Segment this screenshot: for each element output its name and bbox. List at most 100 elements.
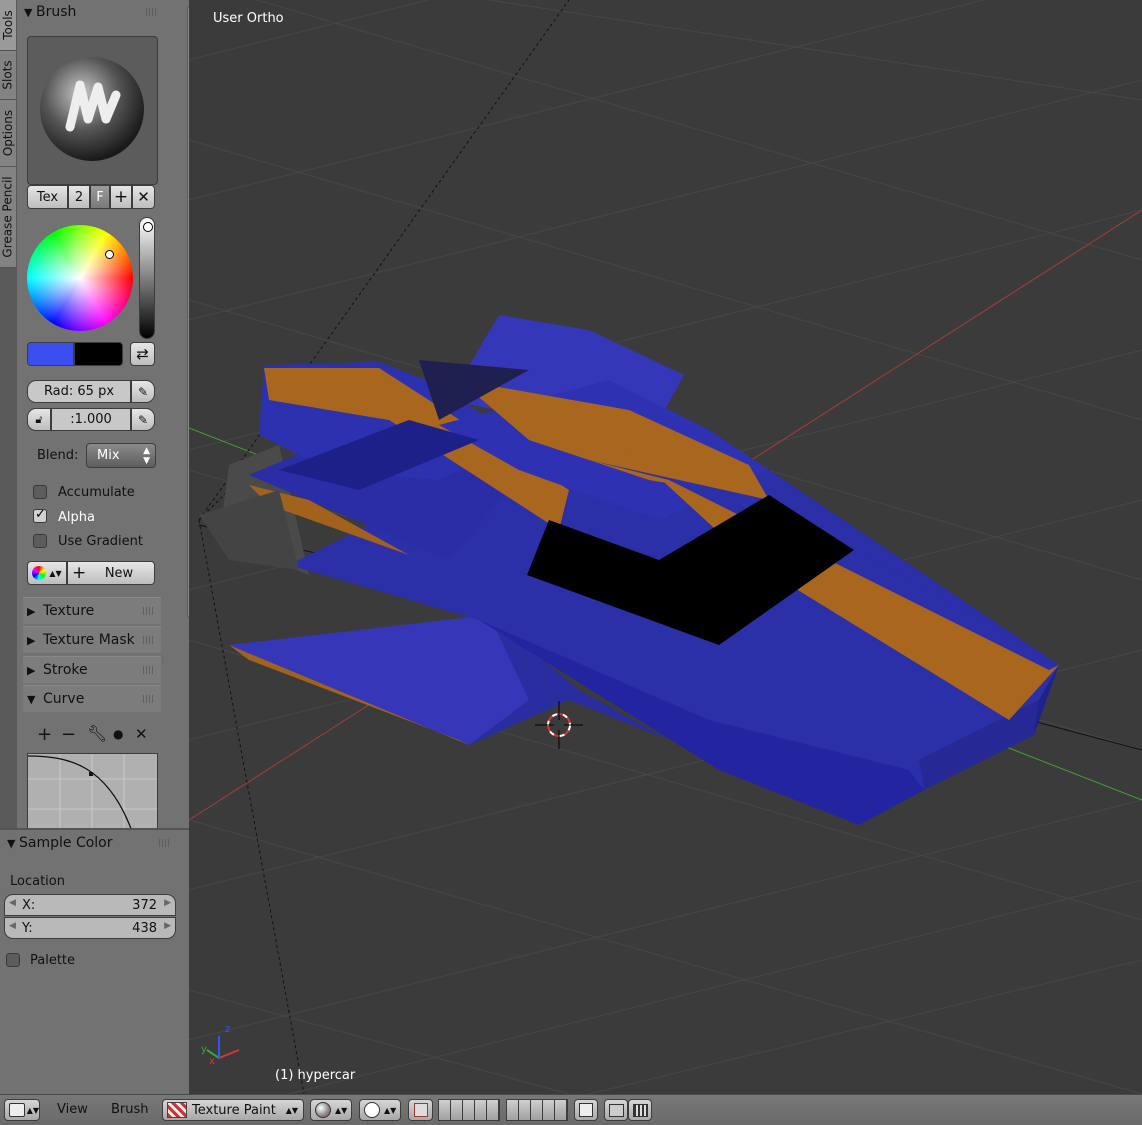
- mode-select[interactable]: Texture Paint ▲▼: [162, 1099, 304, 1121]
- curve-tools-wrench-icon[interactable]: 🔧︎: [87, 724, 107, 743]
- texture-paint-icon: [167, 1102, 187, 1118]
- strength-field[interactable]: :1.000: [51, 408, 131, 431]
- palette-icon: [32, 566, 47, 580]
- pivot-point-select[interactable]: ▲▼: [359, 1099, 401, 1121]
- camera-icon: [608, 1103, 624, 1117]
- plus-icon: +: [113, 187, 129, 207]
- 3d-viewport[interactable]: z y x User Ortho (1) hypercar: [189, 0, 1142, 1094]
- editor-type-select[interactable]: ▲▼: [4, 1099, 40, 1121]
- updown-arrow-icon: ▲▼: [143, 445, 150, 466]
- tool-shelf-scrollbar[interactable]: [187, 4, 189, 620]
- curve-zoom-in-icon[interactable]: +: [37, 724, 52, 745]
- new-palette-button[interactable]: + New: [67, 561, 155, 585]
- render-image-button[interactable]: [604, 1099, 628, 1121]
- tab-options[interactable]: Options: [0, 100, 16, 167]
- color-wheel[interactable]: [27, 225, 133, 331]
- sample-color-header[interactable]: ▼ Sample Color: [7, 830, 177, 856]
- drag-grip-icon[interactable]: [143, 695, 155, 703]
- curve-zoom-out-icon[interactable]: −: [61, 724, 76, 745]
- brush-curve-widget[interactable]: [27, 753, 158, 828]
- add-brush-button[interactable]: +: [110, 185, 132, 209]
- lock-layers-button[interactable]: [574, 1099, 598, 1121]
- location-y-field[interactable]: ◀ Y: 438 ▶: [4, 917, 176, 939]
- expand-triangle-icon: ▶: [27, 605, 36, 618]
- collapse-triangle-icon: ▼: [7, 837, 16, 850]
- pressure-pen-icon: ✎: [137, 412, 149, 427]
- palette-browse-button[interactable]: ▲▼: [27, 561, 67, 585]
- expand-triangle-icon: ▶: [27, 634, 36, 647]
- fake-user-button[interactable]: F: [90, 185, 110, 209]
- blend-mode-select[interactable]: Mix ▲ ▼: [86, 443, 156, 468]
- accumulate-checkbox[interactable]: [33, 485, 47, 499]
- drag-grip-icon[interactable]: [159, 839, 171, 847]
- brush-preview[interactable]: [27, 36, 158, 185]
- active-object-label: (1) hypercar: [275, 1068, 356, 1083]
- location-label: Location: [10, 874, 65, 889]
- decrement-arrow-icon[interactable]: ◀: [9, 921, 16, 931]
- brush-panel-header[interactable]: ▼ Brush: [24, 0, 164, 25]
- menu-view[interactable]: View: [57, 1102, 88, 1117]
- delete-brush-button[interactable]: ✕: [132, 185, 155, 209]
- curve-graph: [28, 754, 157, 828]
- curve-reset-icon[interactable]: ✕: [135, 725, 148, 743]
- drag-grip-icon[interactable]: [143, 636, 155, 644]
- camera-line-right: [1028, 719, 1142, 751]
- drag-grip-icon[interactable]: [146, 8, 158, 16]
- radius-pressure-button[interactable]: ✎: [131, 380, 155, 403]
- color-wheel-picker[interactable]: [105, 250, 114, 259]
- alpha-label: Alpha: [58, 510, 95, 525]
- render-animation-button[interactable]: [628, 1099, 652, 1121]
- use-gradient-checkbox[interactable]: [33, 534, 47, 548]
- hypercar-model[interactable]: [199, 315, 1059, 825]
- layers-grid-1[interactable]: [438, 1099, 500, 1121]
- face-mask-toggle[interactable]: [408, 1099, 433, 1121]
- swap-colors-button[interactable]: ⇄: [130, 342, 155, 366]
- location-x-field[interactable]: ◀ X: 372 ▶: [4, 894, 176, 916]
- increment-arrow-icon[interactable]: ▶: [164, 921, 171, 931]
- layers-grid-2[interactable]: [506, 1099, 568, 1121]
- use-gradient-label: Use Gradient: [58, 534, 144, 549]
- viewport-shading-select[interactable]: ▲▼: [310, 1099, 352, 1121]
- gizmo-x-label: x: [209, 1056, 215, 1067]
- pivot-icon: [364, 1102, 380, 1118]
- updown-arrow-icon: ▲▼: [49, 568, 62, 578]
- brush-users-count[interactable]: 2: [68, 185, 90, 209]
- tab-grease-pencil[interactable]: Grease Pencil: [0, 167, 16, 268]
- close-icon: ✕: [137, 188, 150, 206]
- face-mask-icon: [413, 1103, 428, 1117]
- clapboard-icon: [632, 1103, 648, 1117]
- strength-pressure-button[interactable]: ✎: [131, 408, 155, 431]
- drag-grip-icon[interactable]: [143, 666, 155, 674]
- value-slider-handle[interactable]: [143, 222, 153, 232]
- decrement-arrow-icon[interactable]: ◀: [9, 898, 16, 908]
- radius-field[interactable]: Rad: 65 px: [27, 380, 131, 403]
- increment-arrow-icon[interactable]: ▶: [164, 898, 171, 908]
- updown-arrow-icon: ▲▼: [26, 1105, 39, 1115]
- sample-color-panel: ▼ Sample Color Location ◀ X: 372 ▶ ◀ Y: 4…: [0, 828, 189, 1096]
- primary-color-swatch[interactable]: [27, 342, 74, 366]
- viewport-scene: z y x: [189, 0, 1142, 1094]
- stroke-panel-header[interactable]: ▶ Stroke: [23, 656, 161, 683]
- checkmark-icon: ✓: [35, 507, 46, 522]
- palette-checkbox[interactable]: [6, 953, 20, 967]
- tab-slots[interactable]: Slots: [0, 51, 16, 100]
- alpha-checkbox[interactable]: ✓: [33, 507, 47, 523]
- pressure-pen-icon: ✎: [137, 384, 149, 399]
- lock-icon: [579, 1103, 593, 1117]
- updown-arrow-icon: ▲▼: [335, 1105, 348, 1115]
- accumulate-label: Accumulate: [58, 485, 135, 500]
- updown-arrow-icon: ▲▼: [285, 1105, 298, 1115]
- brush-texture-button[interactable]: Tex: [27, 185, 68, 209]
- value-slider[interactable]: [139, 217, 155, 339]
- drag-grip-icon[interactable]: [143, 607, 155, 615]
- curve-handle-icon[interactable]: ●: [113, 727, 123, 741]
- menu-brush[interactable]: Brush: [111, 1102, 149, 1117]
- axis-gizmo: [206, 1036, 240, 1059]
- tab-tools[interactable]: Tools: [0, 0, 16, 51]
- swap-icon: ⇄: [136, 345, 149, 363]
- secondary-color-swatch[interactable]: [74, 342, 123, 366]
- texture-panel-header[interactable]: ▶ Texture: [23, 597, 161, 624]
- strength-lock-button[interactable]: 🔓︎: [27, 408, 51, 431]
- curve-panel-header[interactable]: ▼ Curve: [23, 685, 161, 712]
- texture-mask-panel-header[interactable]: ▶ Texture Mask: [23, 626, 161, 653]
